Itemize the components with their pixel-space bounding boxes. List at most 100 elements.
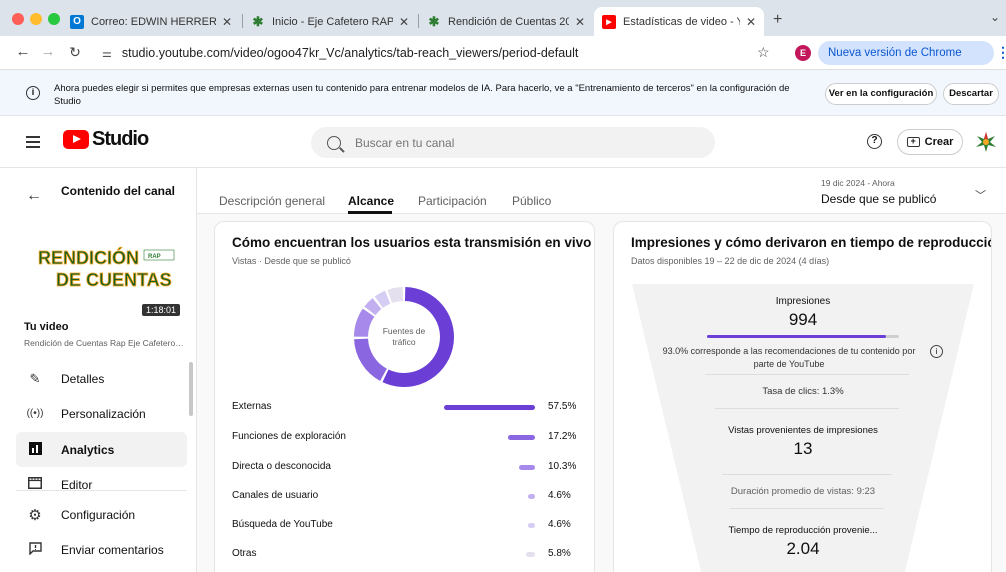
address-bar[interactable]: ⚌ studio.youtube.com/video/ogoo47kr_Vc/a… — [92, 41, 782, 65]
traffic-source-percent: 10.3% — [548, 461, 577, 472]
analytics-icon — [25, 441, 45, 458]
sidebar-item-customization[interactable]: ((•)) Personalización — [16, 396, 187, 431]
donut-center-label: tráfico — [392, 337, 415, 347]
url-text: studio.youtube.com/video/ogoo47kr_Vc/ana… — [121, 46, 579, 60]
window-close-button[interactable] — [12, 13, 24, 25]
traffic-source-bar — [519, 465, 535, 470]
channel-search-box[interactable] — [311, 127, 715, 158]
traffic-source-name: Canales de usuario — [232, 490, 319, 501]
browser-tab-strip: O Correo: EDWIN HERRERA BA ✕ ✱ Inicio - … — [0, 0, 1006, 36]
tab-audience[interactable]: Público — [512, 194, 551, 208]
bookmark-star-icon[interactable]: ☆ — [757, 44, 770, 61]
menu-icon[interactable] — [26, 136, 40, 151]
browser-tab-home[interactable]: ✱ Inicio - Eje Cafetero RAP ✕ — [243, 7, 417, 36]
traffic-source-row[interactable]: Funciones de exploración 17.2% — [232, 431, 576, 445]
close-tab-icon[interactable]: ✕ — [222, 15, 232, 29]
tab-search-icon[interactable]: ⌄ — [990, 10, 1000, 24]
close-tab-icon[interactable]: ✕ — [575, 15, 585, 29]
view-settings-button[interactable]: Ver en la configuración — [825, 83, 937, 105]
donut-segment[interactable] — [354, 308, 375, 338]
back-arrow-icon[interactable]: ← — [26, 187, 42, 205]
rap-logo-icon: ✱ — [428, 13, 440, 29]
outlook-icon: O — [70, 14, 84, 29]
traffic-source-row[interactable]: Directa o desconocida 10.3% — [232, 461, 576, 475]
chrome-update-button[interactable]: Nueva versión de Chrome disponible — [818, 41, 994, 83]
new-tab-button[interactable]: + — [773, 11, 782, 29]
channel-avatar[interactable] — [974, 130, 998, 154]
traffic-source-row[interactable]: Canales de usuario 4.6% — [232, 490, 572, 504]
funnel-card-title: Impresiones y cómo derivaron en tiempo d… — [631, 235, 992, 250]
traffic-sources-card: Cómo encuentran los usuarios esta transm… — [214, 221, 595, 572]
dismiss-button[interactable]: Descartar — [943, 83, 999, 105]
views-from-impressions-metric[interactable]: Vistas provenientes de impresiones 13 — [674, 425, 932, 459]
broadcast-icon: ((•)) — [26, 408, 44, 419]
video-thumbnail[interactable]: RENDICIÓN DE CUENTAS RAP 1:18:01 — [24, 230, 184, 320]
sidebar-item-analytics[interactable]: Analytics — [16, 432, 187, 467]
window-minimize-button[interactable] — [30, 13, 42, 25]
impressions-value: 994 — [788, 310, 818, 329]
svg-text:DE CUENTAS: DE CUENTAS — [56, 270, 172, 290]
traffic-source-row[interactable]: Otras 5.8% — [232, 548, 572, 562]
traffic-source-bar — [526, 552, 535, 557]
chrome-menu-icon[interactable]: ⋮ — [996, 44, 1006, 61]
watch-time-metric[interactable]: Tiempo de reproducción provenie... 2.04 — [674, 525, 932, 559]
browser-tab-rendicion[interactable]: ✱ Rendición de Cuentas 2024 - ✕ — [419, 7, 593, 36]
traffic-source-percent: 4.6% — [548, 519, 571, 530]
donut-center-label: Fuentes de — [383, 326, 426, 336]
site-settings-icon[interactable]: ⚌ — [102, 47, 112, 60]
ctr-metric[interactable]: Tasa de clics: 1.3% — [674, 386, 932, 397]
profile-avatar[interactable]: E — [795, 45, 811, 61]
forward-arrow-icon[interactable]: → — [39, 44, 57, 60]
traffic-source-name: Otras — [232, 548, 257, 559]
sidebar-item-feedback[interactable]: Enviar comentarios — [16, 532, 187, 567]
studio-logo-text[interactable]: Studio — [92, 128, 149, 151]
sidebar-item-settings[interactable]: ⚙ Configuración — [16, 497, 187, 532]
create-button[interactable]: + Crear — [897, 129, 963, 155]
traffic-source-name: Búsqueda de YouTube — [232, 519, 333, 530]
traffic-source-row[interactable]: Externas 57.5% — [232, 401, 576, 415]
youtube-logo-icon[interactable] — [63, 130, 89, 149]
donut-segment[interactable] — [364, 298, 382, 316]
sidebar-item-details[interactable]: ✎ Detalles — [16, 361, 187, 396]
avg-view-duration-metric[interactable]: Duración promedio de vistas: 9:23 — [674, 486, 932, 497]
traffic-source-name: Externas — [232, 401, 272, 412]
window-zoom-button[interactable] — [48, 13, 60, 25]
svg-text:RENDICIÓN: RENDICIÓN — [38, 247, 139, 268]
traffic-source-row[interactable]: Búsqueda de YouTube 4.6% — [232, 519, 572, 533]
info-icon[interactable]: i — [930, 345, 943, 358]
browser-tab-youtube-analytics[interactable]: ▶ Estadísticas de video - YouTu ✕ — [594, 7, 764, 36]
svg-text:RAP: RAP — [148, 254, 161, 260]
recommendation-bar — [707, 335, 899, 338]
traffic-donut-chart[interactable]: Fuentes de tráfico — [349, 282, 459, 392]
donut-segment[interactable] — [374, 290, 391, 308]
browser-tab-mail[interactable]: O Correo: EDWIN HERRERA BA ✕ — [62, 7, 240, 36]
tab-overview[interactable]: Descripción general — [219, 194, 325, 208]
tab-reach[interactable]: Alcance — [348, 194, 394, 208]
channel-content-link[interactable]: Contenido del canal — [61, 184, 175, 198]
create-video-icon: + — [906, 137, 920, 147]
feedback-icon — [25, 541, 45, 558]
donut-segment[interactable] — [387, 287, 404, 304]
donut-segment[interactable] — [354, 338, 388, 381]
search-input[interactable] — [355, 135, 675, 150]
tab-engagement[interactable]: Participación — [418, 194, 487, 208]
ai-training-banner: i Ahora puedes elegir si permites que em… — [0, 70, 1006, 116]
search-icon — [327, 135, 341, 150]
youtube-icon: ▶ — [602, 14, 616, 29]
watch-time-value: 2.04 — [786, 539, 820, 558]
browser-toolbar: ← → ↻ ⚌ studio.youtube.com/video/ogoo47k… — [0, 36, 1006, 83]
gear-icon: ⚙ — [28, 506, 42, 524]
video-title: Rendición de Cuentas Rap Eje Cafetero 20… — [24, 338, 184, 348]
reload-icon[interactable]: ↻ — [66, 44, 84, 60]
your-video-heading: Tu video — [24, 321, 69, 333]
period-range: 19 dic 2024 - Ahora — [821, 178, 895, 188]
back-arrow-icon[interactable]: ← — [14, 44, 32, 60]
chevron-down-icon: ﹀ — [975, 190, 986, 202]
period-label: Desde que se publicó — [821, 192, 937, 206]
impressions-metric[interactable]: Impresiones 994 — [674, 296, 932, 330]
help-icon[interactable]: ? — [867, 134, 882, 149]
close-tab-icon[interactable]: ✕ — [746, 15, 756, 29]
sidebar-divider — [16, 490, 187, 491]
close-tab-icon[interactable]: ✕ — [399, 15, 409, 29]
sidebar-scrollbar[interactable] — [189, 362, 193, 416]
